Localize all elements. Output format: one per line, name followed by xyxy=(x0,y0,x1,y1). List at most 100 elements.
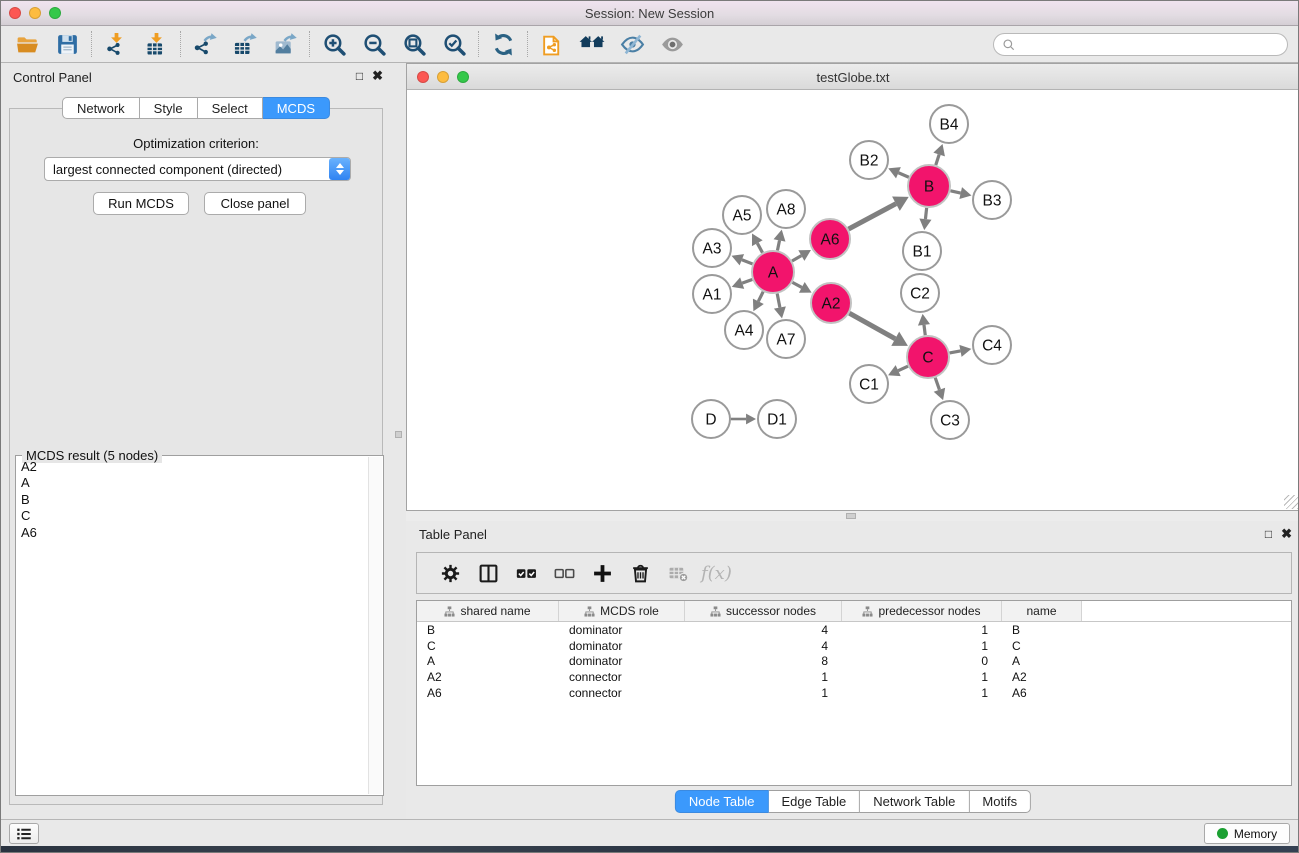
edge-C-C3[interactable] xyxy=(935,378,939,390)
toolbar-buttons xyxy=(7,28,692,60)
arrowhead-icon xyxy=(919,218,931,230)
export-table-icon xyxy=(233,32,258,57)
mcds-result-item[interactable]: B xyxy=(17,492,368,508)
edge-A-A6[interactable] xyxy=(792,256,801,261)
mcds-result-item[interactable]: A2 xyxy=(17,459,368,475)
optimization-criterion-dropdown[interactable]: largest connected component (directed) xyxy=(44,157,351,181)
search-box[interactable] xyxy=(993,33,1288,56)
edge-B-B1[interactable] xyxy=(925,208,926,219)
deselect-all-button[interactable] xyxy=(545,556,583,590)
edge-A-A3[interactable] xyxy=(742,260,753,264)
export-network-button[interactable] xyxy=(185,28,225,60)
run-mcds-button[interactable]: Run MCDS xyxy=(93,192,189,215)
horizontal-splitter[interactable] xyxy=(406,511,1299,521)
open-button[interactable] xyxy=(7,28,47,60)
node-label-A4: A4 xyxy=(735,323,754,340)
table-row[interactable]: Bdominator41B xyxy=(417,622,1291,638)
zoom-out-button[interactable] xyxy=(354,28,394,60)
mcds-result-box: MCDS result (5 nodes) A2ABCA6 xyxy=(15,455,384,796)
add-column-button[interactable] xyxy=(583,556,621,590)
home-neighbors-icon xyxy=(578,32,606,57)
horizontal-splitter-grip[interactable] xyxy=(846,513,856,519)
zoom-selected-button[interactable] xyxy=(434,28,474,60)
edge-C-C2[interactable] xyxy=(924,325,925,335)
column-header-name[interactable]: name xyxy=(1002,601,1082,621)
node-table[interactable]: shared nameMCDS role successor nodes prede… xyxy=(416,600,1292,786)
search-input[interactable] xyxy=(1016,38,1266,52)
refresh-button[interactable] xyxy=(483,28,523,60)
delete-columns-button[interactable] xyxy=(621,556,659,590)
cell-name: B xyxy=(1002,623,1082,637)
edge-B-B4[interactable] xyxy=(936,155,939,166)
zoom-in-button[interactable] xyxy=(314,28,354,60)
close-table-panel-icon[interactable]: ✖ xyxy=(1281,527,1292,541)
window-title: Session: New Session xyxy=(1,6,1298,21)
column-header-predecessor-nodes[interactable]: predecessor nodes xyxy=(842,601,1002,621)
edge-B-B2[interactable] xyxy=(898,173,908,177)
gear-button[interactable] xyxy=(431,556,469,590)
node-label-B: B xyxy=(924,179,934,196)
edge-A6-B[interactable] xyxy=(849,204,896,229)
vertical-splitter-grip[interactable] xyxy=(395,431,402,438)
table-row[interactable]: Adominator80A xyxy=(417,654,1291,670)
import-table-button[interactable] xyxy=(136,28,176,60)
close-panel-icon[interactable]: ✖ xyxy=(372,69,383,83)
edge-A-A2[interactable] xyxy=(792,282,801,287)
column-type-icon xyxy=(862,606,873,617)
edge-C-C4[interactable] xyxy=(950,351,961,353)
tab-node-table[interactable]: Node Table xyxy=(675,790,769,813)
table-toolbar: f(x) xyxy=(416,552,1292,594)
hide-selected-button[interactable] xyxy=(612,28,652,60)
tab-edge-table[interactable]: Edge Table xyxy=(768,790,860,813)
table-panel: Table Panel □ ✖ f(x) shared nameMCDS rol… xyxy=(406,521,1299,819)
tab-style[interactable]: Style xyxy=(140,97,198,119)
memory-button[interactable]: Memory xyxy=(1204,823,1290,844)
edge-A-A7[interactable] xyxy=(777,294,780,308)
float-table-panel-icon[interactable]: □ xyxy=(1265,527,1272,541)
tab-network-table[interactable]: Network Table xyxy=(860,790,969,813)
table-row[interactable]: A6connector11A6 xyxy=(417,685,1291,701)
edge-A-A1[interactable] xyxy=(742,279,752,283)
column-label: successor nodes xyxy=(726,604,816,618)
mcds-result-item[interactable]: A xyxy=(17,475,368,491)
dropdown-stepper-icon[interactable] xyxy=(329,158,350,180)
tab-motifs[interactable]: Motifs xyxy=(969,790,1031,813)
close-panel-button[interactable]: Close panel xyxy=(204,192,306,215)
import-network-button[interactable] xyxy=(96,28,136,60)
save-button[interactable] xyxy=(47,28,87,60)
mcds-result-scrollbar[interactable] xyxy=(368,457,382,794)
mcds-result-item[interactable]: C xyxy=(17,508,368,524)
table-row[interactable]: Cdominator41C xyxy=(417,638,1291,654)
edge-B-B3[interactable] xyxy=(950,191,960,193)
columns-button[interactable] xyxy=(469,556,507,590)
function-builder-button[interactable]: f(x) xyxy=(697,563,732,584)
table-row[interactable]: A2connector11A2 xyxy=(417,669,1291,685)
network-canvas[interactable]: B4B2BB3A5A8A6B1A3AC2A1A2A4A7C4CC1C3DD1 xyxy=(407,90,1299,510)
float-panel-icon[interactable]: □ xyxy=(356,69,363,83)
vertical-splitter[interactable] xyxy=(391,63,406,819)
tab-network[interactable]: Network xyxy=(62,97,140,119)
edge-A-A4[interactable] xyxy=(758,292,763,302)
edge-A2-C[interactable] xyxy=(849,313,895,339)
zoom-fit-button[interactable] xyxy=(394,28,434,60)
home-neighbors-button[interactable] xyxy=(572,28,612,60)
column-header-shared-name[interactable]: shared name xyxy=(417,601,559,621)
export-network-icon xyxy=(193,32,218,57)
column-header-successor-nodes[interactable]: successor nodes xyxy=(685,601,842,621)
tab-mcds[interactable]: MCDS xyxy=(263,97,330,119)
node-label-D: D xyxy=(705,412,716,429)
tab-select[interactable]: Select xyxy=(198,97,263,119)
edge-A-A8[interactable] xyxy=(777,240,779,250)
export-table-button[interactable] xyxy=(225,28,265,60)
edge-A-A5[interactable] xyxy=(757,243,762,252)
export-image-button[interactable] xyxy=(265,28,305,60)
delete-table-button[interactable] xyxy=(659,556,697,590)
network-from-document-button[interactable] xyxy=(532,28,572,60)
column-header-MCDS-role[interactable]: MCDS role xyxy=(559,601,685,621)
show-panels-button[interactable] xyxy=(9,823,39,844)
select-all-button[interactable] xyxy=(507,556,545,590)
resize-grip-icon[interactable] xyxy=(1284,495,1298,509)
mcds-result-item[interactable]: A6 xyxy=(17,525,368,541)
edge-C-C1[interactable] xyxy=(898,366,908,370)
show-all-button[interactable] xyxy=(652,28,692,60)
